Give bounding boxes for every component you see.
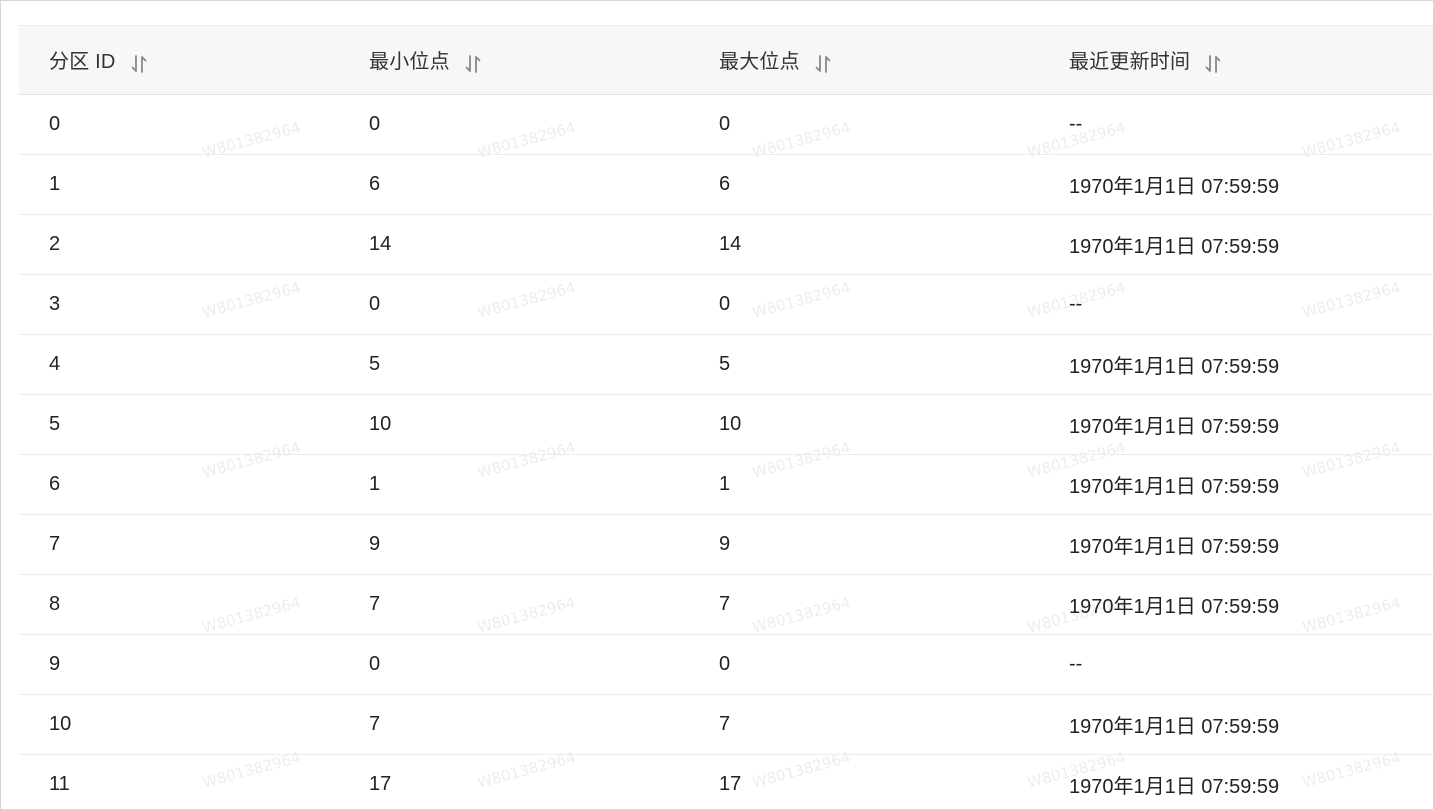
cell-max-offset: 1: [719, 473, 731, 495]
cell-max-offset: 17: [719, 773, 742, 795]
header-min-offset[interactable]: 最小位点: [339, 45, 689, 75]
sort-icon[interactable]: [130, 53, 148, 75]
table-row: 10 7 7 1970年1月1日 07:59:59: [19, 695, 1433, 755]
table-row: 4 5 5 1970年1月1日 07:59:59: [19, 335, 1433, 395]
cell-last-updated: 1970年1月1日 07:59:59: [1069, 596, 1280, 618]
cell-last-updated: --: [1069, 113, 1083, 135]
cell-min-offset: 10: [369, 413, 392, 435]
cell-min-offset: 0: [369, 293, 381, 315]
cell-partition-id: 8: [49, 593, 61, 615]
header-max-offset[interactable]: 最大位点: [689, 45, 1039, 75]
cell-min-offset: 5: [369, 353, 381, 375]
header-label: 分区 ID: [49, 51, 116, 74]
partition-table: 分区 ID 最小位点 最大位点 最近更新时间 0 0 0 -- 1 6 6 1970年1月1…: [19, 25, 1433, 809]
table-row: 7 9 9 1970年1月1日 07:59:59: [19, 515, 1433, 575]
cell-last-updated: 1970年1月1日 07:59:59: [1069, 356, 1280, 378]
cell-min-offset: 6: [369, 173, 381, 195]
table-row: 0 0 0 --: [19, 95, 1433, 155]
header-last-updated[interactable]: 最近更新时间: [1039, 45, 1433, 75]
header-label: 最大位点: [719, 51, 800, 74]
cell-last-updated: 1970年1月1日 07:59:59: [1069, 716, 1280, 738]
cell-last-updated: 1970年1月1日 07:59:59: [1069, 536, 1280, 558]
cell-partition-id: 11: [49, 773, 70, 795]
cell-max-offset: 0: [719, 293, 731, 315]
table-row: 2 14 14 1970年1月1日 07:59:59: [19, 215, 1433, 275]
table-header: 分区 ID 最小位点 最大位点 最近更新时间: [19, 25, 1433, 95]
cell-max-offset: 0: [719, 113, 731, 135]
cell-partition-id: 2: [49, 233, 61, 255]
cell-last-updated: 1970年1月1日 07:59:59: [1069, 176, 1280, 198]
cell-last-updated: 1970年1月1日 07:59:59: [1069, 776, 1280, 798]
cell-min-offset: 7: [369, 593, 381, 615]
header-partition-id[interactable]: 分区 ID: [19, 45, 339, 75]
cell-min-offset: 0: [369, 653, 381, 675]
sort-icon[interactable]: [1204, 53, 1222, 75]
sort-icon[interactable]: [814, 53, 832, 75]
cell-max-offset: 7: [719, 593, 731, 615]
cell-partition-id: 0: [49, 113, 61, 135]
cell-max-offset: 14: [719, 233, 742, 255]
table-body: 0 0 0 -- 1 6 6 1970年1月1日 07:59:59 2 14 14 1970年1月…: [19, 95, 1433, 809]
cell-last-updated: 1970年1月1日 07:59:59: [1069, 476, 1280, 498]
table-row: 5 10 10 1970年1月1日 07:59:59: [19, 395, 1433, 455]
table-panel: W801382964 W801382964 W801382964 W801382964…: [0, 0, 1434, 810]
cell-partition-id: 5: [49, 413, 61, 435]
cell-max-offset: 9: [719, 533, 731, 555]
table-row: 9 0 0 --: [19, 635, 1433, 695]
header-label: 最小位点: [369, 51, 450, 74]
cell-max-offset: 10: [719, 413, 742, 435]
cell-min-offset: 1: [369, 473, 381, 495]
cell-min-offset: 17: [369, 773, 392, 795]
cell-min-offset: 0: [369, 113, 381, 135]
cell-last-updated: 1970年1月1日 07:59:59: [1069, 236, 1280, 258]
table-row: 1 6 6 1970年1月1日 07:59:59: [19, 155, 1433, 215]
cell-max-offset: 0: [719, 653, 731, 675]
cell-min-offset: 14: [369, 233, 392, 255]
cell-max-offset: 5: [719, 353, 731, 375]
cell-max-offset: 6: [719, 173, 731, 195]
cell-partition-id: 7: [49, 533, 61, 555]
table-row: 11 17 17 1970年1月1日 07:59:59: [19, 755, 1433, 809]
cell-partition-id: 9: [49, 653, 61, 675]
table-row: 6 1 1 1970年1月1日 07:59:59: [19, 455, 1433, 515]
header-label: 最近更新时间: [1069, 51, 1191, 74]
cell-partition-id: 10: [49, 713, 72, 735]
table-row: 3 0 0 --: [19, 275, 1433, 335]
cell-partition-id: 3: [49, 293, 61, 315]
cell-last-updated: 1970年1月1日 07:59:59: [1069, 416, 1280, 438]
sort-icon[interactable]: [464, 53, 482, 75]
cell-last-updated: --: [1069, 653, 1083, 675]
cell-partition-id: 1: [49, 173, 61, 195]
cell-partition-id: 4: [49, 353, 61, 375]
cell-partition-id: 6: [49, 473, 61, 495]
cell-min-offset: 7: [369, 713, 381, 735]
cell-last-updated: --: [1069, 293, 1083, 315]
table-row: 8 7 7 1970年1月1日 07:59:59: [19, 575, 1433, 635]
cell-max-offset: 7: [719, 713, 731, 735]
cell-min-offset: 9: [369, 533, 381, 555]
